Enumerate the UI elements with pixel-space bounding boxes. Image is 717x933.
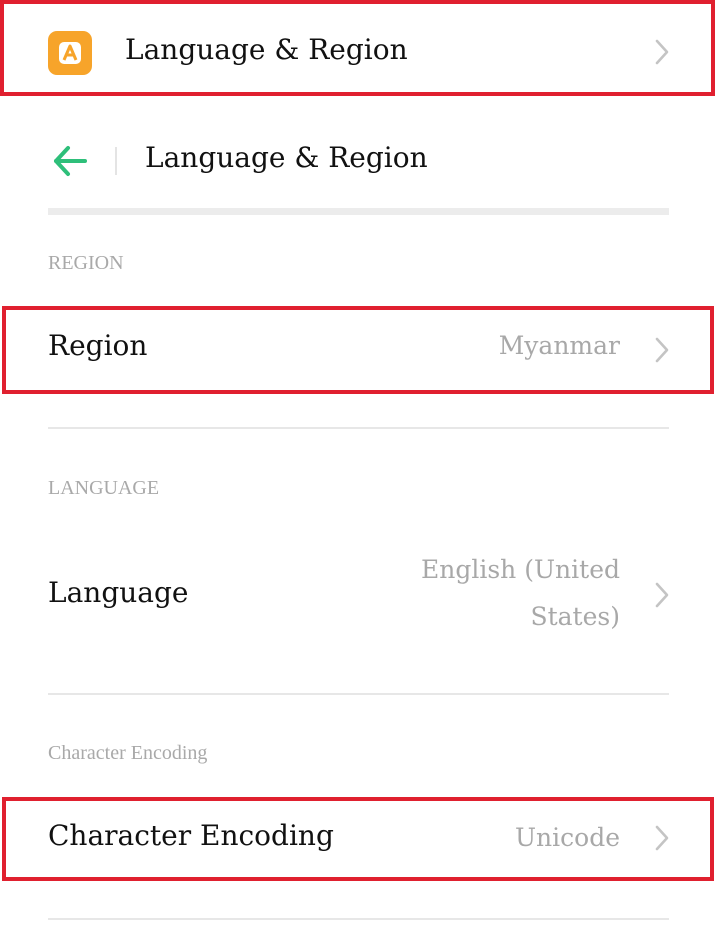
row-divider bbox=[48, 693, 669, 695]
header-separator bbox=[48, 208, 669, 215]
language-row-value-line1: English (United bbox=[421, 555, 620, 584]
highlight-box bbox=[2, 797, 714, 881]
back-arrow-icon[interactable] bbox=[52, 144, 88, 178]
highlight-box bbox=[0, 0, 715, 96]
language-row-value-line2: States) bbox=[530, 602, 620, 631]
page-title: Language & Region bbox=[145, 141, 428, 174]
header-divider bbox=[115, 147, 117, 175]
section-label-region: REGION bbox=[48, 252, 124, 274]
chevron-right-icon bbox=[655, 582, 669, 608]
settings-page: Language & Region Language & Region REGI… bbox=[0, 0, 717, 933]
section-label-encoding: Character Encoding bbox=[48, 742, 208, 764]
language-row[interactable]: Language English (United States) bbox=[0, 540, 717, 650]
language-row-label: Language bbox=[48, 576, 189, 609]
section-label-language: LANGUAGE bbox=[48, 477, 160, 499]
highlight-box bbox=[2, 306, 714, 394]
row-divider bbox=[48, 427, 669, 429]
row-divider bbox=[48, 918, 669, 920]
